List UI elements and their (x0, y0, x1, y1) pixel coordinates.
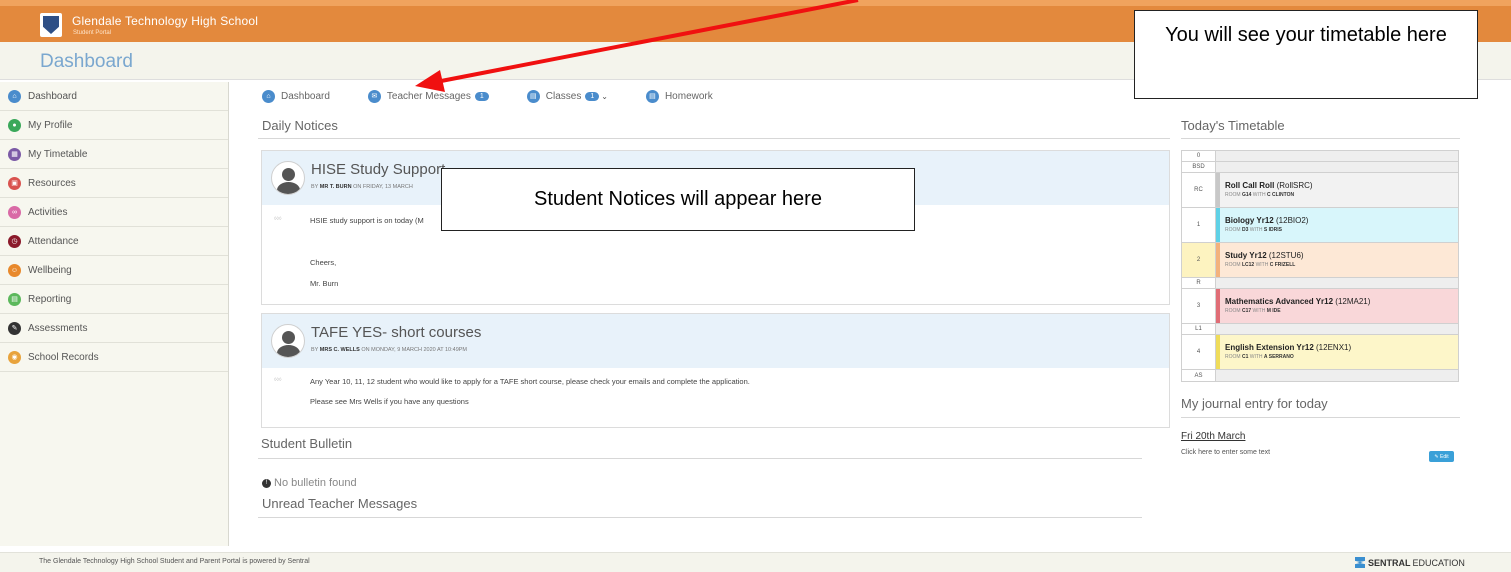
timetable-row: R (1182, 278, 1458, 289)
sidebar-item-wellbeing[interactable]: ☺ Wellbeing (0, 256, 228, 285)
info-icon: ! (262, 478, 271, 488)
classes-icon: ▤ (526, 89, 540, 103)
tab-teacher-messages[interactable]: ✉ Teacher Messages 1 (367, 89, 489, 103)
sidebar-item-assessments[interactable]: ✎ Assessments (0, 314, 228, 343)
homework-icon: ▤ (645, 89, 659, 103)
school-name[interactable]: Glendale Technology High School (72, 14, 258, 28)
book-icon: ▣ (8, 176, 21, 190)
avatar (271, 324, 305, 358)
sidebar-item-school-records[interactable]: ◉ School Records (0, 343, 228, 372)
page-title: Dashboard (40, 51, 133, 72)
avatar (271, 161, 305, 195)
daily-notices-heading: Daily Notices (262, 118, 338, 133)
notice-body-line: Please see Mrs Wells if you have any que… (310, 397, 469, 406)
sidebar-item-dashboard[interactable]: ⌂ Dashboard (0, 82, 228, 111)
teacher-messages-count-badge: 1 (474, 91, 489, 101)
timetable-table: 0 BSD RC Roll Call Roll (RollSRC) ROOM G14… (1181, 150, 1459, 382)
pencil-icon: ✎ (8, 321, 21, 335)
sentral-logo-icon (1355, 557, 1365, 568)
notices-callout: Student Notices will appear here (441, 168, 915, 231)
sentral-logo[interactable]: SENTRAL EDUCATION (1355, 557, 1465, 568)
footer-text: The Glendale Technology High School Stud… (39, 558, 310, 565)
timetable-row: 0 (1182, 151, 1458, 162)
user-icon: ● (8, 118, 21, 132)
home-icon: ⌂ (8, 89, 21, 103)
tab-homework[interactable]: ▤ Homework (645, 89, 713, 103)
divider (1181, 417, 1460, 418)
clock-icon: ◷ (8, 234, 21, 248)
notice-title[interactable]: HISE Study Support (311, 161, 445, 178)
no-bulletin-message: ! No bulletin found (262, 477, 357, 489)
sidebar-item-resources[interactable]: ▣ Resources (0, 169, 228, 198)
school-crest-icon[interactable] (40, 13, 62, 37)
journal-heading: My journal entry for today (1181, 396, 1328, 411)
sidebar-item-my-profile[interactable]: ● My Profile (0, 111, 228, 140)
notice-card: TAFE YES- short courses BY MRS C. WELLS … (261, 313, 1170, 428)
notice-body-line: Mr. Burn (310, 279, 339, 288)
divider (258, 138, 1170, 139)
timetable-row[interactable]: 1 Biology Yr12 (12BIO2) ROOM D3 WITH S IDR… (1182, 208, 1458, 243)
pencil-icon: ✎ (1434, 453, 1439, 460)
timetable-row[interactable]: 4 English Extension Yr12 (12ENX1) ROOM C1 … (1182, 335, 1458, 370)
chevron-down-icon: ⌄ (601, 91, 608, 101)
notice-title[interactable]: TAFE YES- short courses (311, 324, 481, 341)
student-bulletin-heading: Student Bulletin (261, 436, 353, 451)
timetable-row[interactable]: 3 Mathematics Advanced Yr12 (12MA21) ROOM … (1182, 289, 1458, 324)
message-icon: ✉ (367, 89, 381, 103)
calendar-icon: ▦ (8, 147, 21, 161)
divider (258, 458, 1142, 459)
sidebar-item-reporting[interactable]: ▤ Reporting (0, 285, 228, 314)
timetable-heading: Today's Timetable (1181, 118, 1285, 133)
sidebar: ⌂ Dashboard ● My Profile ▦ My Timetable ▣ Re… (0, 82, 229, 546)
sidebar-item-attendance[interactable]: ◷ Attendance (0, 227, 228, 256)
timetable-row: L1 (1182, 324, 1458, 335)
tab-dashboard[interactable]: ⌂ Dashboard (262, 89, 330, 103)
sidebar-item-activities[interactable]: ∞ Activities (0, 198, 228, 227)
footer: The Glendale Technology High School Stud… (0, 552, 1511, 572)
timetable-row[interactable]: RC Roll Call Roll (RollSRC) ROOM G14 WITH … (1182, 173, 1458, 208)
sidebar-item-my-timetable[interactable]: ▦ My Timetable (0, 140, 228, 169)
home-icon: ⌂ (262, 89, 275, 103)
unread-messages-heading: Unread Teacher Messages (262, 496, 418, 511)
journal-entry-prompt[interactable]: Click here to enter some text (1181, 449, 1270, 456)
notice-marker-icon: ◊◊◊ (274, 216, 282, 222)
tab-classes[interactable]: ▤ Classes 1 ⌄ (526, 89, 608, 103)
notice-marker-icon: ◊◊◊ (274, 377, 282, 383)
notice-body-line: Any Year 10, 11, 12 student who would li… (310, 377, 750, 386)
folder-icon: ◉ (8, 350, 21, 364)
classes-count-badge: 1 (585, 91, 600, 101)
divider (258, 517, 1142, 518)
timetable-callout: You will see your timetable here (1134, 10, 1478, 99)
bike-icon: ∞ (8, 205, 21, 219)
notice-byline: BY MR T. BURN ON FRIDAY, 13 MARCH (311, 184, 413, 190)
timetable-row: BSD (1182, 162, 1458, 173)
chart-icon: ▤ (8, 292, 21, 306)
notice-body-line: HSIE study support is on today (M (310, 216, 424, 225)
portal-name: Student Portal (73, 30, 112, 36)
journal-edit-button[interactable]: ✎ Edit (1429, 451, 1454, 462)
timetable-row: AS (1182, 370, 1458, 381)
notice-byline: BY MRS C. WELLS ON MONDAY, 9 MARCH 2020 … (311, 347, 468, 353)
dashboard-tabs: ⌂ Dashboard ✉ Teacher Messages 1 ▤ Classes 1 ⌄… (262, 88, 751, 104)
divider (1181, 138, 1460, 139)
notice-header: TAFE YES- short courses BY MRS C. WELLS … (262, 314, 1169, 368)
timetable-row[interactable]: 2 Study Yr12 (12STU6) ROOM LC12 WITH C FRI… (1182, 243, 1458, 278)
journal-date-link[interactable]: Fri 20th March (1181, 431, 1245, 442)
smile-icon: ☺ (8, 263, 21, 277)
notice-body-line: Cheers, (310, 258, 337, 267)
